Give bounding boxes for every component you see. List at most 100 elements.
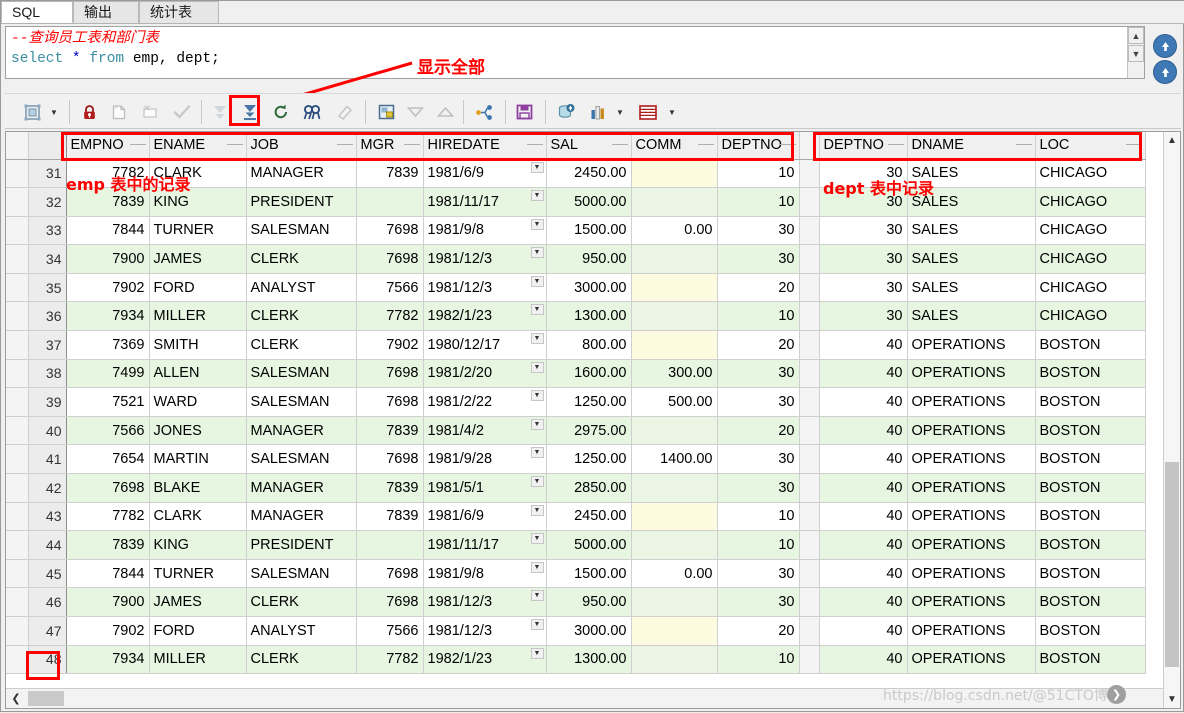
cell-deptno-emp[interactable]: 10 — [717, 159, 800, 189]
row-number[interactable]: 33 — [28, 216, 67, 246]
table-row[interactable]: 40 7566 JONES MANAGER 7839 1981/4/2 ▼ 2975.00 20… — [6, 416, 1146, 446]
cell-sal[interactable]: 800.00 — [546, 330, 632, 360]
chevron-up-icon[interactable]: ▲ — [1164, 132, 1180, 149]
table-gap[interactable] — [799, 273, 820, 303]
cell-comm[interactable] — [631, 645, 718, 675]
date-dropdown-icon[interactable]: ▼ — [530, 619, 544, 630]
row-number[interactable]: 46 — [28, 587, 67, 617]
cell-deptno-emp[interactable]: 10 — [717, 530, 800, 560]
cell-comm[interactable] — [631, 159, 718, 189]
row-gutter[interactable] — [6, 444, 29, 475]
cell-deptno-emp[interactable]: 30 — [717, 559, 800, 589]
cell-dname[interactable]: OPERATIONS — [907, 387, 1036, 417]
table-row[interactable]: 37 7369 SMITH CLERK 7902 1980/12/17 ▼ 800.00 20 4… — [6, 330, 1146, 360]
row-gutter[interactable] — [6, 330, 29, 360]
cell-hiredate[interactable]: 1981/9/28 ▼ — [423, 444, 547, 475]
cell-hiredate[interactable]: 1981/12/3 ▼ — [423, 587, 547, 617]
cell-comm[interactable] — [631, 416, 718, 446]
cell-job[interactable]: MANAGER — [246, 416, 357, 446]
cell-hiredate[interactable]: 1981/2/20 ▼ — [423, 359, 547, 389]
grid-mode-icon[interactable] — [19, 98, 45, 126]
cell-deptno-emp[interactable]: 30 — [717, 387, 800, 417]
cell-empno[interactable]: 7566 — [66, 416, 150, 446]
cell-job[interactable]: MANAGER — [246, 502, 357, 532]
col-header-deptno-dept[interactable]: DEPTNO — [819, 132, 908, 160]
col-header-comm[interactable]: COMM — [631, 132, 718, 160]
tab-output[interactable]: 输出 — [73, 1, 139, 23]
cell-empno[interactable]: 7900 — [66, 244, 150, 274]
cell-deptno-dept[interactable]: 40 — [819, 530, 908, 560]
cell-mgr[interactable]: 7566 — [356, 616, 424, 646]
cell-mgr[interactable]: 7782 — [356, 645, 424, 675]
cell-empno[interactable]: 7844 — [66, 559, 150, 589]
sql-editor[interactable]: --查询员工表和部门表 select * from emp, dept; ▲ ▼ — [5, 26, 1145, 79]
cell-hiredate[interactable]: 1981/6/9 ▼ — [423, 159, 547, 189]
cell-empno[interactable]: 7521 — [66, 387, 150, 417]
table-gap[interactable] — [799, 502, 820, 532]
cell-sal[interactable]: 5000.00 — [546, 187, 632, 217]
row-gutter[interactable] — [6, 473, 29, 503]
row-number[interactable]: 45 — [28, 559, 67, 589]
date-dropdown-icon[interactable]: ▼ — [530, 590, 544, 602]
cell-loc[interactable]: BOSTON — [1035, 330, 1146, 360]
row-gutter[interactable] — [6, 301, 29, 332]
cell-deptno-dept[interactable]: 40 — [819, 587, 908, 617]
cell-empno[interactable]: 7900 — [66, 587, 150, 617]
cell-comm[interactable] — [631, 301, 718, 332]
cell-mgr[interactable] — [356, 530, 424, 560]
cell-job[interactable]: SALESMAN — [246, 216, 357, 246]
row-gutter[interactable] — [6, 559, 29, 589]
cell-dname[interactable]: OPERATIONS — [907, 530, 1036, 560]
cell-deptno-emp[interactable]: 30 — [717, 359, 800, 389]
row-number[interactable]: 35 — [28, 273, 67, 303]
date-dropdown-icon[interactable]: ▼ — [530, 390, 544, 402]
cell-empno[interactable]: 7934 — [66, 301, 150, 332]
cell-loc[interactable]: BOSTON — [1035, 502, 1146, 532]
find-icon[interactable] — [299, 98, 325, 126]
cell-deptno-emp[interactable]: 10 — [717, 502, 800, 532]
cell-comm[interactable] — [631, 244, 718, 274]
table-view-icon[interactable] — [635, 98, 661, 126]
cell-hiredate[interactable]: 1981/12/3 ▼ — [423, 273, 547, 303]
table-row[interactable]: 43 7782 CLARK MANAGER 7839 1981/6/9 ▼ 2450.00 10… — [6, 502, 1146, 532]
cell-loc[interactable]: CHICAGO — [1035, 301, 1146, 332]
cell-deptno-emp[interactable]: 30 — [717, 444, 800, 475]
cell-ename[interactable]: JAMES — [149, 587, 247, 617]
table-row[interactable]: 46 7900 JAMES CLERK 7698 1981/12/3 ▼ 950.00 30 40… — [6, 587, 1146, 617]
editor-vertical-scrollbar[interactable]: ▲ ▼ — [1127, 27, 1144, 78]
row-gutter[interactable] — [6, 159, 29, 189]
scroll-up-round-button[interactable] — [1153, 34, 1177, 58]
cell-mgr[interactable]: 7698 — [356, 559, 424, 589]
cell-ename[interactable]: CLARK — [149, 502, 247, 532]
table-row[interactable]: 35 7902 FORD ANALYST 7566 1981/12/3 ▼ 3000.00 20… — [6, 273, 1146, 303]
table-row[interactable]: 41 7654 MARTIN SALESMAN 7698 1981/9/28 ▼ 1250.0… — [6, 444, 1146, 475]
cell-dname[interactable]: OPERATIONS — [907, 645, 1036, 675]
sql-editor-text[interactable]: --查询员工表和部门表 select * from emp, dept; — [11, 29, 1124, 69]
cell-loc[interactable]: CHICAGO — [1035, 187, 1146, 217]
row-number[interactable]: 39 — [28, 387, 67, 417]
cell-dname[interactable]: OPERATIONS — [907, 473, 1036, 503]
cell-mgr[interactable]: 7698 — [356, 359, 424, 389]
row-number[interactable]: 41 — [28, 444, 67, 475]
cell-comm[interactable] — [631, 273, 718, 303]
cell-deptno-dept[interactable]: 30 — [819, 273, 908, 303]
table-row[interactable]: 48 7934 MILLER CLERK 7782 1982/1/23 ▼ 1300.00 10… — [6, 645, 1146, 675]
date-dropdown-icon[interactable]: ▼ — [530, 304, 544, 316]
table-gap[interactable] — [799, 587, 820, 617]
cell-ename[interactable]: JAMES — [149, 244, 247, 274]
cell-sal[interactable]: 1600.00 — [546, 359, 632, 389]
date-dropdown-icon[interactable]: ▼ — [530, 476, 544, 488]
cell-deptno-dept[interactable]: 40 — [819, 359, 908, 389]
table-row[interactable]: 38 7499 ALLEN SALESMAN 7698 1981/2/20 ▼ 1600.00… — [6, 359, 1146, 389]
table-gap[interactable] — [799, 473, 820, 503]
cell-hiredate[interactable]: 1981/4/2 ▼ — [423, 416, 547, 446]
cell-ename[interactable]: WARD — [149, 387, 247, 417]
cell-deptno-dept[interactable]: 30 — [819, 301, 908, 332]
row-number[interactable]: 47 — [28, 616, 67, 646]
cell-empno[interactable]: 7839 — [66, 530, 150, 560]
cell-hiredate[interactable]: 1982/1/23 ▼ — [423, 645, 547, 675]
row-gutter[interactable] — [6, 416, 29, 446]
cell-ename[interactable]: ALLEN — [149, 359, 247, 389]
cell-comm[interactable]: 300.00 — [631, 359, 718, 389]
cell-comm[interactable] — [631, 616, 718, 646]
